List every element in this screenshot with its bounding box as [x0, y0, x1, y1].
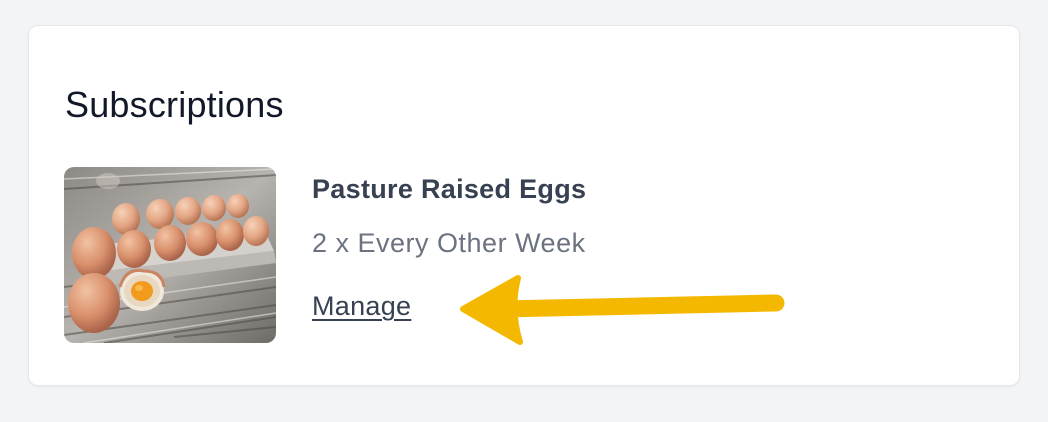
product-name: Pasture Raised Eggs — [312, 174, 587, 204]
subscription-frequency: 2 x Every Other Week — [312, 228, 586, 258]
eggs-photo-icon — [64, 167, 276, 343]
product-image — [64, 167, 276, 343]
subscriptions-card: Subscriptions Pasture Raised Eggs 2 x Ev… — [28, 25, 1020, 386]
manage-link[interactable]: Manage — [312, 291, 411, 322]
section-title: Subscriptions — [65, 84, 284, 125]
